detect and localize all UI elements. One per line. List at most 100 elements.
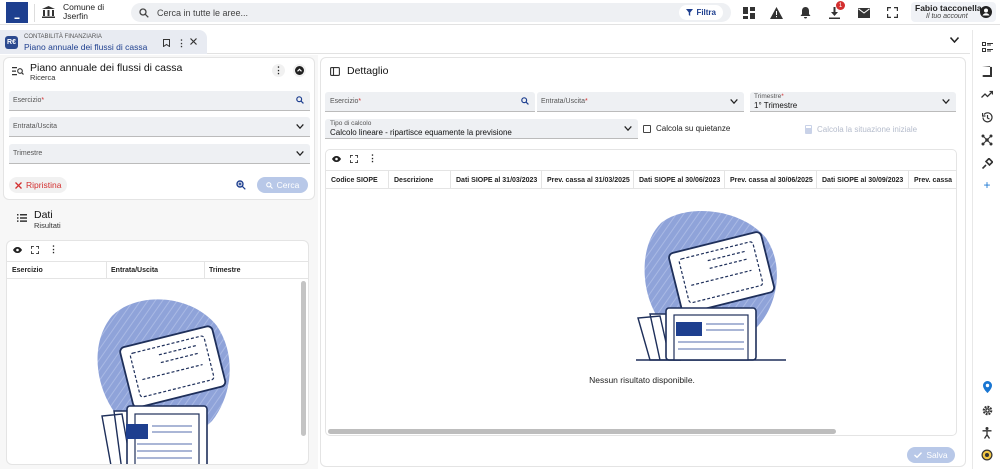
calc-initial-label: Calcola la situazione iniziale bbox=[817, 124, 918, 134]
fullscreen-icon[interactable] bbox=[884, 4, 901, 21]
calc-initial-button[interactable]: Calcola la situazione iniziale bbox=[805, 121, 917, 137]
search-panel-subtitle: Ricerca bbox=[30, 73, 56, 82]
column-header[interactable]: Descrizione bbox=[394, 177, 433, 184]
save-button[interactable]: Salva bbox=[907, 447, 955, 463]
grid-more-icon[interactable]: ⋮ bbox=[368, 153, 377, 164]
trimestre-label: Trimestre bbox=[13, 150, 43, 157]
column-header[interactable]: Esercizio bbox=[12, 267, 43, 274]
eye-icon[interactable] bbox=[332, 156, 341, 162]
settings-icon[interactable] bbox=[980, 403, 994, 417]
tab-module-label: CONTABILITÀ FINANZIARIA bbox=[24, 34, 102, 40]
column-header[interactable]: Dati SIOPE al 30/09/2023 bbox=[822, 177, 903, 184]
column-divider bbox=[541, 171, 542, 189]
save-label: Salva bbox=[926, 450, 948, 460]
column-divider bbox=[633, 171, 634, 189]
module-icon: R€ bbox=[5, 36, 18, 49]
column-header[interactable]: Trimestre bbox=[209, 267, 241, 274]
search-input[interactable]: Cerca in tutte le aree... bbox=[157, 8, 248, 18]
search-list-icon bbox=[12, 67, 24, 76]
column-header[interactable]: Codice SIOPE bbox=[331, 177, 378, 184]
reset-button[interactable]: Ripristina bbox=[9, 177, 68, 193]
book-icon[interactable] bbox=[980, 64, 994, 78]
bell-icon[interactable] bbox=[797, 4, 814, 21]
filter-button[interactable]: Filtra bbox=[679, 5, 723, 20]
chevron-down-icon bbox=[296, 151, 304, 156]
column-divider bbox=[450, 171, 451, 189]
list-icon bbox=[17, 214, 27, 222]
warning-icon[interactable] bbox=[768, 4, 785, 21]
eye-icon[interactable] bbox=[13, 247, 22, 253]
expand-icon[interactable] bbox=[31, 246, 39, 254]
panel-more-icon[interactable]: ⋮ bbox=[272, 64, 285, 77]
filter-label: Filtra bbox=[696, 8, 716, 17]
trimestre-detail-select[interactable]: Trimestre* 1° Trimestre bbox=[750, 92, 956, 112]
zoom-search-icon[interactable] bbox=[236, 180, 246, 190]
grid-more-icon[interactable]: ⋮ bbox=[49, 244, 58, 255]
entrata-uscita-detail-select[interactable]: Entrata/Uscita* bbox=[537, 92, 744, 112]
accessibility-icon[interactable] bbox=[980, 426, 994, 440]
expand-icon[interactable] bbox=[350, 155, 358, 163]
results-grid: ⋮ Esercizio Entrata/Uscita Trimestre bbox=[6, 240, 309, 465]
support-icon[interactable] bbox=[980, 448, 994, 462]
municipality-logo[interactable]: ▬ bbox=[6, 2, 28, 23]
mail-icon[interactable] bbox=[855, 4, 872, 21]
column-header[interactable]: Prev. cassa al 31/03/2025 bbox=[547, 177, 630, 184]
column-divider bbox=[724, 171, 725, 189]
column-header[interactable]: Entrata/Uscita bbox=[111, 267, 158, 274]
detail-grid: ⋮ Codice SIOPE Descrizione Dati SIOPE al… bbox=[325, 149, 957, 436]
checklist-icon[interactable] bbox=[980, 40, 994, 54]
network-icon[interactable] bbox=[980, 133, 994, 147]
esercizio-field[interactable]: Esercizio* bbox=[9, 91, 310, 111]
funnel-icon bbox=[686, 9, 694, 16]
column-header[interactable]: Prev. cassa bbox=[914, 177, 952, 184]
tab-close-icon[interactable] bbox=[190, 38, 197, 45]
column-header[interactable]: Dati SIOPE al 30/06/2023 bbox=[639, 177, 720, 184]
tab-bar: R€ CONTABILITÀ FINANZIARIA Piano annuale… bbox=[0, 30, 970, 54]
add-icon[interactable]: + bbox=[980, 178, 994, 192]
search-icon bbox=[139, 7, 149, 18]
collapse-icon[interactable] bbox=[293, 64, 306, 77]
esercizio-label: Esercizio* bbox=[13, 97, 45, 104]
esercizio-detail-field[interactable]: Esercizio* bbox=[325, 92, 535, 112]
column-divider bbox=[816, 171, 817, 189]
tab-piano-annuale[interactable]: R€ CONTABILITÀ FINANZIARIA Piano annuale… bbox=[0, 30, 207, 54]
chevron-down-icon bbox=[942, 99, 950, 104]
trending-icon[interactable] bbox=[980, 87, 994, 101]
global-search[interactable]: Cerca in tutte le aree... Filtra bbox=[131, 3, 731, 22]
dashboard-icon[interactable] bbox=[740, 4, 757, 21]
check-icon bbox=[914, 452, 923, 458]
trimestre-label: Trimestre* bbox=[754, 93, 784, 100]
history-icon[interactable] bbox=[980, 110, 994, 124]
download-icon[interactable]: 1 bbox=[826, 1, 845, 21]
search-panel: Piano annuale dei flussi di cassa Ricerc… bbox=[3, 57, 315, 200]
column-header[interactable]: Dati SIOPE al 31/03/2023 bbox=[456, 177, 537, 184]
divider bbox=[34, 4, 35, 22]
entrata-uscita-select[interactable]: Entrata/Uscita bbox=[9, 117, 310, 137]
vertical-scrollbar[interactable] bbox=[301, 281, 306, 436]
search-icon[interactable] bbox=[521, 97, 529, 105]
tipo-calcolo-select[interactable]: Tipo di calcolo Calcolo lineare - ripart… bbox=[325, 119, 638, 139]
empty-state-illustration bbox=[92, 296, 242, 464]
chevron-down-icon[interactable] bbox=[950, 37, 959, 43]
trimestre-select[interactable]: Trimestre bbox=[9, 144, 310, 164]
search-icon[interactable] bbox=[296, 96, 304, 104]
chevron-down-icon bbox=[624, 126, 632, 131]
empty-message: Nessun risultato disponibile. bbox=[589, 375, 695, 385]
search-button[interactable]: Cerca bbox=[257, 177, 308, 193]
user-menu[interactable]: Fabio tacconella Il tuo account bbox=[911, 2, 996, 22]
location-icon[interactable] bbox=[980, 380, 994, 394]
grid-header: Esercizio Entrata/Uscita Trimestre bbox=[7, 261, 308, 279]
entrata-uscita-label: Entrata/Uscita bbox=[13, 123, 57, 130]
bookmark-icon[interactable] bbox=[163, 39, 170, 47]
tab-more-icon[interactable]: ⋮ bbox=[177, 38, 186, 49]
detail-panel: Dettaglio Esercizio* Entrata/Uscita* Tri… bbox=[320, 57, 966, 467]
account-circle-icon bbox=[980, 6, 992, 18]
organization-name: Comune di Jserfin bbox=[63, 3, 104, 21]
chevron-down-icon bbox=[730, 99, 738, 104]
horizontal-scrollbar[interactable] bbox=[328, 429, 836, 434]
plug-icon[interactable] bbox=[980, 156, 994, 170]
account-link[interactable]: Il tuo account bbox=[926, 13, 968, 20]
column-header[interactable]: Prev. cassa al 30/06/2025 bbox=[730, 177, 813, 184]
quietanze-checkbox[interactable]: Calcola su quietanze bbox=[643, 124, 730, 133]
checkbox-box[interactable] bbox=[643, 124, 651, 133]
